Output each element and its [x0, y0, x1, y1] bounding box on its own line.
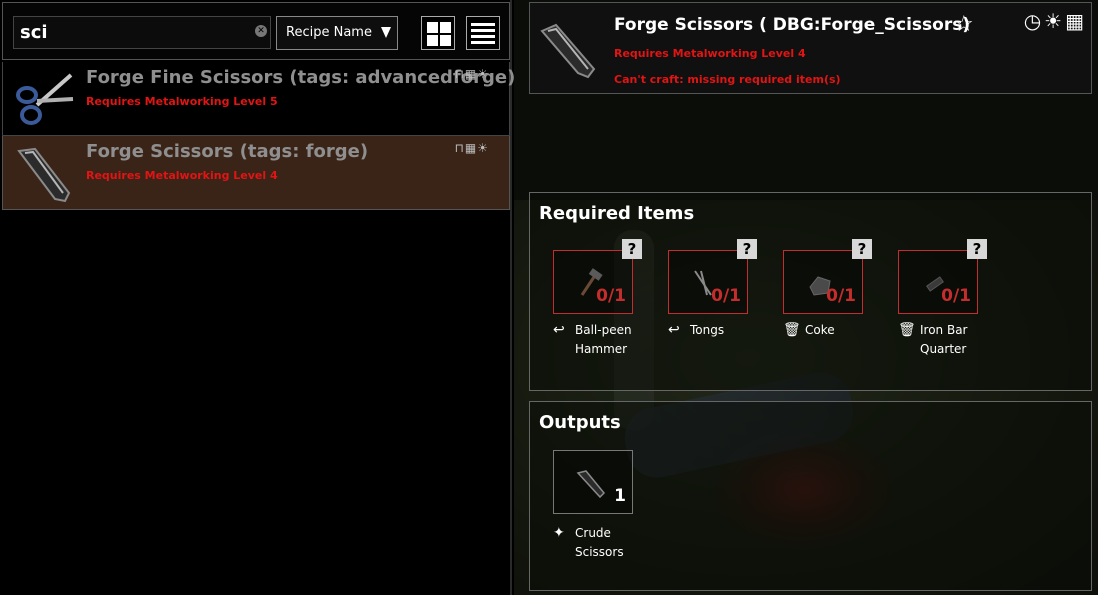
return-icon: ↩ — [668, 322, 680, 338]
item-name-line: Ball-peen — [575, 323, 632, 337]
list-view-button[interactable] — [466, 16, 500, 50]
item-slot-ball-peen-hammer[interactable]: ? 0/1 — [553, 239, 642, 314]
item-name-line: Crude — [575, 526, 611, 540]
item-name-line: Iron Bar — [920, 323, 968, 337]
unknown-item-badge: ? — [852, 239, 872, 259]
sparkle-icon: ✦ — [553, 525, 565, 541]
recipe-title: Forge Scissors ( DBG:Forge_Scissors) — [614, 15, 971, 35]
recipe-header: Forge Scissors ( DBG:Forge_Scissors) ☆ ◷… — [529, 2, 1092, 94]
grid-icon-cell — [427, 35, 438, 46]
item-count: 0/1 — [941, 286, 971, 306]
item-slot-iron-bar-quarter[interactable]: ? 0/1 — [898, 239, 987, 314]
forge-scissors-icon — [17, 147, 71, 203]
sort-select[interactable]: Recipe Name — [276, 16, 398, 50]
unknown-item-badge: ? — [967, 239, 987, 259]
recipe-requirement: Requires Metalworking Level 5 — [86, 95, 278, 108]
section-title: Required Items — [539, 203, 695, 224]
search-toolbar: sci ✕ Recipe Name — [2, 2, 510, 60]
recipe-requirement: Requires Metalworking Level 4 — [614, 47, 806, 60]
crude-scissors-icon — [576, 470, 606, 499]
recipe-list: Forge Fine Scissors (tags: advancedforge… — [2, 62, 515, 210]
grid-view-button[interactable] — [421, 16, 455, 50]
item-count: 0/1 — [711, 286, 741, 306]
grid-icon-cell — [440, 22, 451, 33]
item-count: 0/1 — [596, 286, 626, 306]
trash-icon: 🗑 — [783, 322, 801, 338]
item-slot-tongs[interactable]: ? 0/1 — [668, 239, 757, 314]
return-icon: ↩ — [553, 322, 565, 338]
chevron-down-icon — [381, 27, 391, 38]
recipe-row-fine-scissors[interactable]: Forge Fine Scissors (tags: advancedforge… — [2, 62, 515, 136]
output-slot-crude-scissors[interactable]: 1 — [553, 450, 633, 514]
recipe-requirement: Requires Metalworking Level 4 — [86, 169, 278, 182]
item-name-line: Coke — [805, 323, 835, 337]
item-name-line: Quarter — [920, 342, 967, 356]
recipe-detail-panel: Forge Scissors ( DBG:Forge_Scissors) ☆ ◷… — [514, 0, 1098, 595]
recipe-name: Forge Fine Scissors (tags: advancedforge… — [86, 67, 516, 88]
required-items-section: Required Items ? 0/1 ↩ Ball-peen Hammer … — [529, 192, 1092, 391]
item-count: 0/1 — [826, 286, 856, 306]
recipe-row-forge-scissors[interactable]: Forge Scissors (tags: forge) Requires Me… — [2, 136, 510, 210]
item-slot-coke[interactable]: ? 0/1 — [783, 239, 872, 314]
list-icon — [471, 23, 495, 44]
item-name-line: Hammer — [575, 342, 628, 356]
unknown-item-badge: ? — [737, 239, 757, 259]
recipe-station-icons: ⊓▦☀ — [454, 141, 489, 155]
clear-search-icon[interactable]: ✕ — [255, 25, 267, 37]
section-title: Outputs — [539, 412, 621, 433]
item-count: 1 — [614, 486, 626, 506]
recipe-name: Forge Scissors (tags: forge) — [86, 141, 369, 162]
grid-icon — [427, 22, 438, 33]
recipe-station-icons: ◷☀▦ — [1023, 9, 1087, 33]
item-name-line: Tongs — [690, 323, 725, 337]
outputs-section: Outputs 1 ✦ Crude Scissors — [529, 401, 1092, 591]
recipe-list-panel: sci ✕ Recipe Name Forge Fine Scissors (t… — [0, 0, 515, 595]
recipe-station-icons: ⊓▦☀ — [454, 67, 489, 81]
item-name-line: Scissors — [575, 545, 624, 559]
trash-icon: 🗑 — [898, 322, 916, 338]
unknown-item-badge: ? — [622, 239, 642, 259]
search-input[interactable]: sci — [13, 16, 271, 49]
fine-scissors-icon — [16, 73, 74, 125]
sort-select-label: Recipe Name — [286, 25, 372, 40]
grid-icon-cell — [440, 35, 451, 46]
forge-scissors-icon — [540, 23, 596, 79]
favorite-star-icon[interactable]: ☆ — [954, 12, 974, 37]
craft-error-message: Can't craft: missing required item(s) — [614, 73, 841, 86]
